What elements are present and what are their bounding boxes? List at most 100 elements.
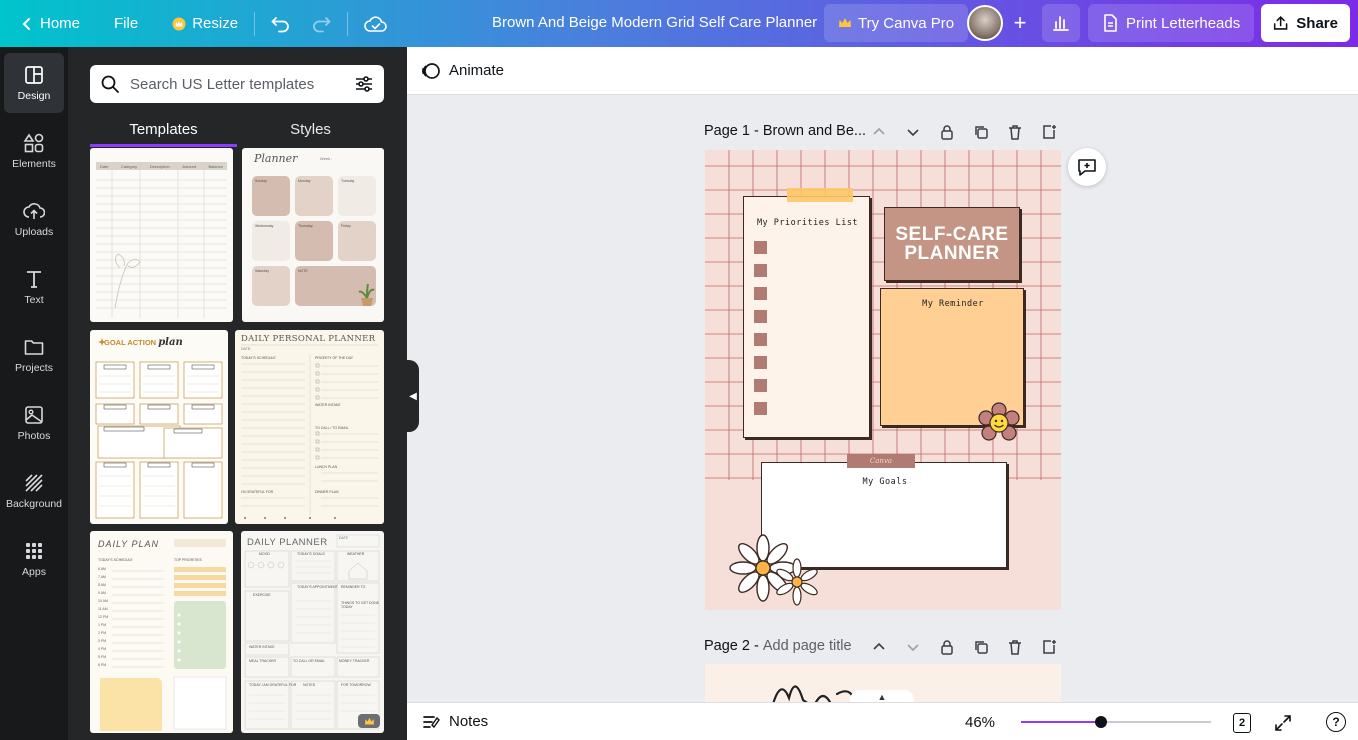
redo-button[interactable]: [301, 7, 341, 41]
page-1-canvas[interactable]: My Priorities List SELF-CARE PLANNER My …: [705, 150, 1061, 610]
home-label: Home: [40, 15, 81, 32]
template-section: REMINDER TO: [341, 585, 366, 589]
template-section: TO CALL OR EMAIL: [293, 659, 326, 663]
file-menu[interactable]: File: [104, 7, 148, 41]
search-box[interactable]: [90, 65, 384, 103]
title-box[interactable]: SELF-CARE PLANNER: [884, 207, 1020, 281]
image-icon: [25, 406, 43, 424]
template-sections: MOOD TODAY'S GOALS WEATHER TODAY'S APPOI…: [241, 531, 384, 733]
chevron-down-icon[interactable]: [905, 639, 921, 655]
undo-icon: [271, 16, 289, 32]
rail-item-design[interactable]: Design: [4, 53, 64, 113]
trash-icon[interactable]: [1007, 124, 1023, 140]
rail-label: Text: [24, 294, 44, 306]
collapse-panel-handle[interactable]: ◀: [407, 360, 419, 432]
template-daily-plan[interactable]: DAILY PLAN TODAY'S SCHEDULE TOP PRIORITI…: [90, 531, 233, 733]
time-slot: 5 PM: [98, 655, 107, 659]
resize-button[interactable]: Resize: [162, 7, 248, 41]
template-section: WEATHER: [347, 552, 365, 556]
chevron-up-icon[interactable]: [871, 639, 887, 655]
rail-item-projects[interactable]: Projects: [4, 325, 64, 385]
add-collaborator-button[interactable]: +: [1005, 8, 1035, 38]
duplicate-icon[interactable]: [973, 124, 989, 140]
rail-item-uploads[interactable]: Uploads: [4, 189, 64, 249]
rail-item-text[interactable]: Text: [4, 257, 64, 317]
lock-icon[interactable]: [939, 639, 955, 655]
zoom-level[interactable]: 46%: [965, 714, 995, 731]
rail-label: Background: [5, 498, 63, 510]
trash-icon[interactable]: [1007, 639, 1023, 655]
tape-label: Canva: [869, 457, 893, 465]
notes-icon: [423, 715, 440, 728]
template-budget-tracker[interactable]: [90, 148, 233, 322]
plant-icon: [358, 283, 375, 306]
tab-templates[interactable]: Templates: [90, 115, 237, 147]
daisy-sticker[interactable]: [725, 534, 825, 610]
zoom-slider[interactable]: [1021, 716, 1211, 728]
document-title[interactable]: Brown And Beige Modern Grid Self Care Pl…: [492, 14, 817, 31]
add-page-icon[interactable]: [1041, 639, 1057, 655]
template-daily-personal-planner[interactable]: DAILY PERSONAL PLANNER DATE: TODAY'S SCH…: [235, 330, 384, 524]
cloud-save-status[interactable]: [354, 7, 398, 41]
template-daily-planner-grid[interactable]: DAILY PLANNER DATE MOOD TODAY'S GOALS WE…: [241, 531, 384, 733]
try-pro-label: Try Canva Pro: [858, 14, 955, 32]
user-avatar[interactable]: [967, 5, 1003, 41]
filter-icon[interactable]: [354, 74, 374, 94]
rail-item-elements[interactable]: Elements: [4, 121, 64, 181]
page-count-button[interactable]: 2: [1233, 713, 1251, 733]
share-button[interactable]: Share: [1261, 4, 1350, 42]
template-thumbnail: [96, 162, 227, 318]
rail-item-photos[interactable]: Photos: [4, 393, 64, 453]
comment-plus-icon: [1078, 159, 1096, 176]
notes-button[interactable]: Notes: [423, 713, 488, 730]
time-slot: 9 AM: [98, 591, 106, 595]
rail-item-background[interactable]: Background: [4, 461, 64, 521]
home-button[interactable]: Home: [10, 7, 90, 41]
tab-styles[interactable]: Styles: [237, 115, 384, 147]
context-toolbar: Animate: [407, 47, 1358, 95]
rail-label: Photos: [17, 430, 51, 442]
search-input[interactable]: [130, 75, 344, 93]
page-2-title-input[interactable]: Add page title: [763, 638, 852, 654]
priorities-box[interactable]: My Priorities List: [743, 196, 870, 438]
rail-label: Uploads: [14, 226, 54, 238]
rail-label: Projects: [15, 362, 53, 374]
add-comment-button[interactable]: [1068, 148, 1106, 186]
plus-icon: +: [1013, 10, 1027, 35]
top-bar: Home File Resize Brown And Beige Modern …: [0, 0, 1358, 47]
animate-icon: [422, 62, 440, 79]
duplicate-icon[interactable]: [973, 639, 989, 655]
add-page-icon[interactable]: [1041, 124, 1057, 140]
template-goal-action-plan[interactable]: GOAL ACTION plan: [90, 330, 228, 524]
folder-icon: [24, 340, 44, 355]
day-box: Tuesday: [338, 176, 376, 216]
page-1-title[interactable]: Brown and Be...: [763, 123, 866, 139]
undo-button[interactable]: [261, 7, 301, 41]
print-letterheads-button[interactable]: Print Letterheads: [1088, 4, 1255, 42]
chevron-left-icon: ◀: [409, 390, 417, 402]
zoom-slider-handle[interactable]: [1095, 716, 1107, 728]
chevron-up-icon[interactable]: [871, 124, 887, 140]
template-week-label: Week :: [320, 156, 333, 161]
rail-label: Elements: [12, 158, 56, 170]
day-label: Sunday: [255, 179, 267, 183]
lock-icon[interactable]: [939, 124, 955, 140]
fullscreen-icon[interactable]: [1273, 713, 1293, 733]
text-icon: [27, 271, 41, 288]
try-canva-pro-button[interactable]: Try Canva Pro: [824, 4, 969, 42]
template-weekly-planner[interactable]: Planner Week : Sunday Monday Tuesday Wed…: [242, 148, 384, 322]
day-label: Thursday: [298, 224, 313, 228]
animate-button[interactable]: Animate: [421, 61, 504, 81]
rail-item-apps[interactable]: Apps: [4, 529, 64, 589]
crown-icon: [172, 17, 186, 30]
day-label: Wednesday: [255, 224, 274, 228]
insights-button[interactable]: [1042, 4, 1080, 42]
chevron-down-icon[interactable]: [905, 124, 921, 140]
smiley-flower-sticker[interactable]: [977, 402, 1021, 446]
day-label: Friday: [341, 224, 351, 228]
help-button[interactable]: ?: [1326, 712, 1346, 732]
day-box: Wednesday: [252, 221, 290, 261]
template-section: THINGS TO GET DONE TODAY: [341, 601, 380, 609]
pro-badge: [358, 714, 380, 728]
template-section: TODAY'S APPOINTMENT: [297, 585, 338, 589]
